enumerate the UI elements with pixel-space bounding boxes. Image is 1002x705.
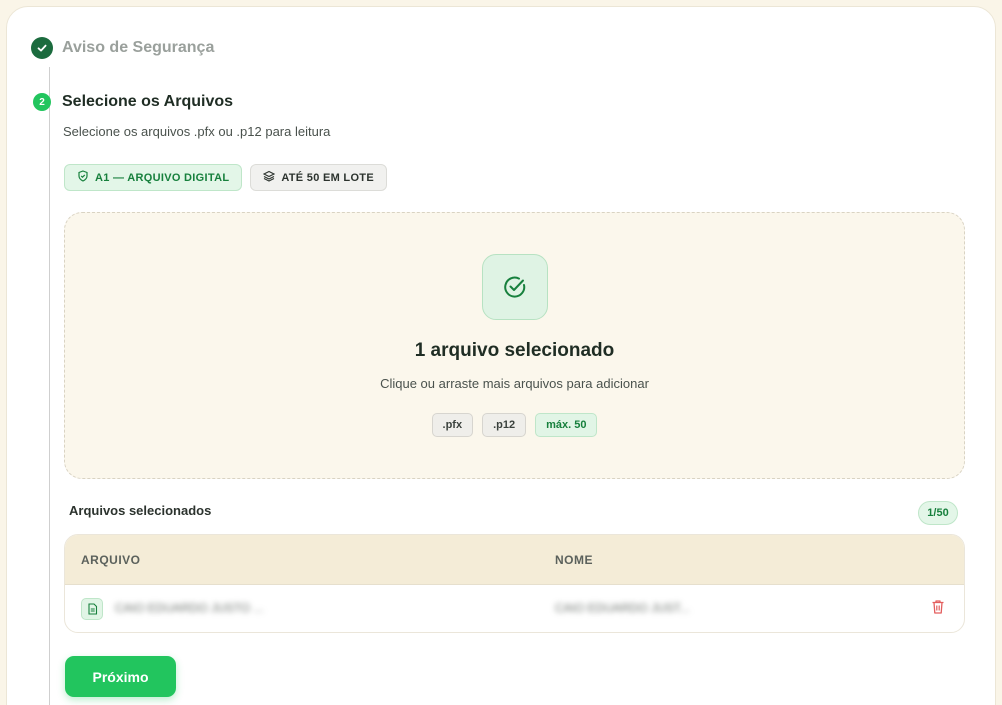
pill-p12: .p12 (482, 413, 527, 437)
step-2-title: Selecione os Arquivos (62, 93, 234, 110)
file-dropzone[interactable]: 1 arquivo selecionado Clique ou arraste … (64, 212, 965, 479)
column-header-file: ARQUIVO (81, 553, 141, 567)
file-icon (81, 598, 103, 620)
step-1-title: Aviso de Segurança (62, 39, 215, 56)
next-button[interactable]: Próximo (65, 656, 176, 697)
step-2-subtitle: Selecione os arquivos .pfx ou .p12 para … (63, 124, 331, 139)
selected-files-label: Arquivos selecionados (69, 503, 212, 518)
tag-batch-label: ATÉ 50 EM LOTE (281, 171, 374, 184)
shield-check-icon (77, 170, 89, 185)
dropzone-pills: .pfx .p12 máx. 50 (65, 413, 964, 437)
circle-check-icon (482, 254, 548, 320)
check-icon (31, 37, 53, 59)
step-1[interactable]: Aviso de Segurança (31, 37, 214, 59)
tag-batch: ATÉ 50 EM LOTE (250, 164, 387, 191)
step-2-number: 2 (33, 93, 51, 111)
layers-icon (263, 170, 276, 185)
holder-name-cell: CAIO EDUARDO JUST... (555, 601, 690, 615)
table-header: ARQUIVO NOME (65, 535, 964, 585)
pill-max: máx. 50 (535, 413, 598, 437)
pill-pfx: .pfx (431, 413, 474, 437)
timeline-line (49, 67, 50, 705)
column-header-name: NOME (555, 553, 593, 567)
files-table: ARQUIVO NOME CAIO EDUARDO JUSTO ... CAIO… (64, 534, 965, 633)
dropzone-title: 1 arquivo selecionado (414, 340, 615, 361)
file-name-cell: CAIO EDUARDO JUSTO ... (115, 601, 264, 615)
trash-icon[interactable] (931, 599, 949, 617)
step-2: 2 Selecione os Arquivos (33, 93, 233, 111)
file-count-badge: 1/50 (918, 501, 958, 525)
table-row: CAIO EDUARDO JUSTO ... CAIO EDUARDO JUST… (65, 585, 964, 632)
tag-row: A1 — ARQUIVO DIGITAL ATÉ 50 EM LOTE (64, 164, 387, 191)
tag-a1-label: A1 — ARQUIVO DIGITAL (95, 171, 230, 184)
tag-a1-digital-file: A1 — ARQUIVO DIGITAL (64, 164, 243, 191)
dropzone-subtitle: Clique ou arraste mais arquivos para adi… (380, 376, 649, 391)
